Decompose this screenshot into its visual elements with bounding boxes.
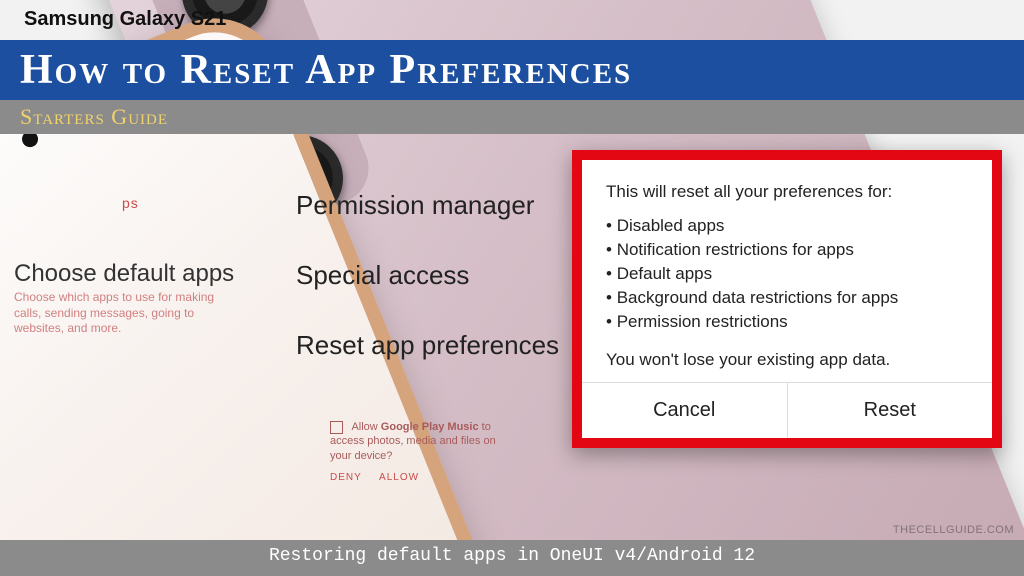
ghost-title: Choose default apps xyxy=(14,260,234,288)
footer-caption: Restoring default apps in OneUI v4/Andro… xyxy=(0,540,1024,576)
perm-app-name: Google Play Music xyxy=(381,421,479,433)
page-title: How to Reset App Preferences xyxy=(0,40,1024,100)
device-label: Samsung Galaxy S21 xyxy=(0,0,1024,40)
dialog-bullet: Notification restrictions for apps xyxy=(606,240,968,260)
page-subtitle: Starters Guide xyxy=(0,100,1024,134)
perm-deny-button[interactable]: DENY xyxy=(330,472,362,483)
reset-preferences-dialog: This will reset all your preferences for… xyxy=(572,150,1002,448)
site-watermark: THECELLGUIDE.COM xyxy=(893,524,1014,536)
dialog-bullet: Disabled apps xyxy=(606,216,968,236)
perm-allow-button[interactable]: ALLOW xyxy=(379,472,419,483)
tutorial-banner: ps Choose default apps Choose which apps… xyxy=(0,0,1024,576)
dialog-bullet-list: Disabled apps Notification restrictions … xyxy=(606,216,968,332)
dialog-footer: You won't lose your existing app data. xyxy=(606,350,968,370)
reset-button[interactable]: Reset xyxy=(787,383,993,438)
menu-permission-manager[interactable]: Permission manager xyxy=(296,190,534,221)
dialog-heading: This will reset all your preferences for… xyxy=(606,182,968,202)
dialog-bullet: Permission restrictions xyxy=(606,312,968,332)
permission-mini-dialog: Allow Google Play Music to access photos… xyxy=(330,420,510,484)
perm-text-prefix: Allow xyxy=(351,421,380,433)
folder-icon xyxy=(330,421,343,434)
cancel-button[interactable]: Cancel xyxy=(582,383,787,438)
menu-special-access[interactable]: Special access xyxy=(296,260,469,291)
ghost-crumb: ps xyxy=(122,195,139,211)
dialog-bullet: Default apps xyxy=(606,264,968,284)
dialog-bullet: Background data restrictions for apps xyxy=(606,288,968,308)
menu-reset-app-preferences[interactable]: Reset app preferences xyxy=(296,330,559,361)
ghost-desc: Choose which apps to use for making call… xyxy=(14,290,244,337)
